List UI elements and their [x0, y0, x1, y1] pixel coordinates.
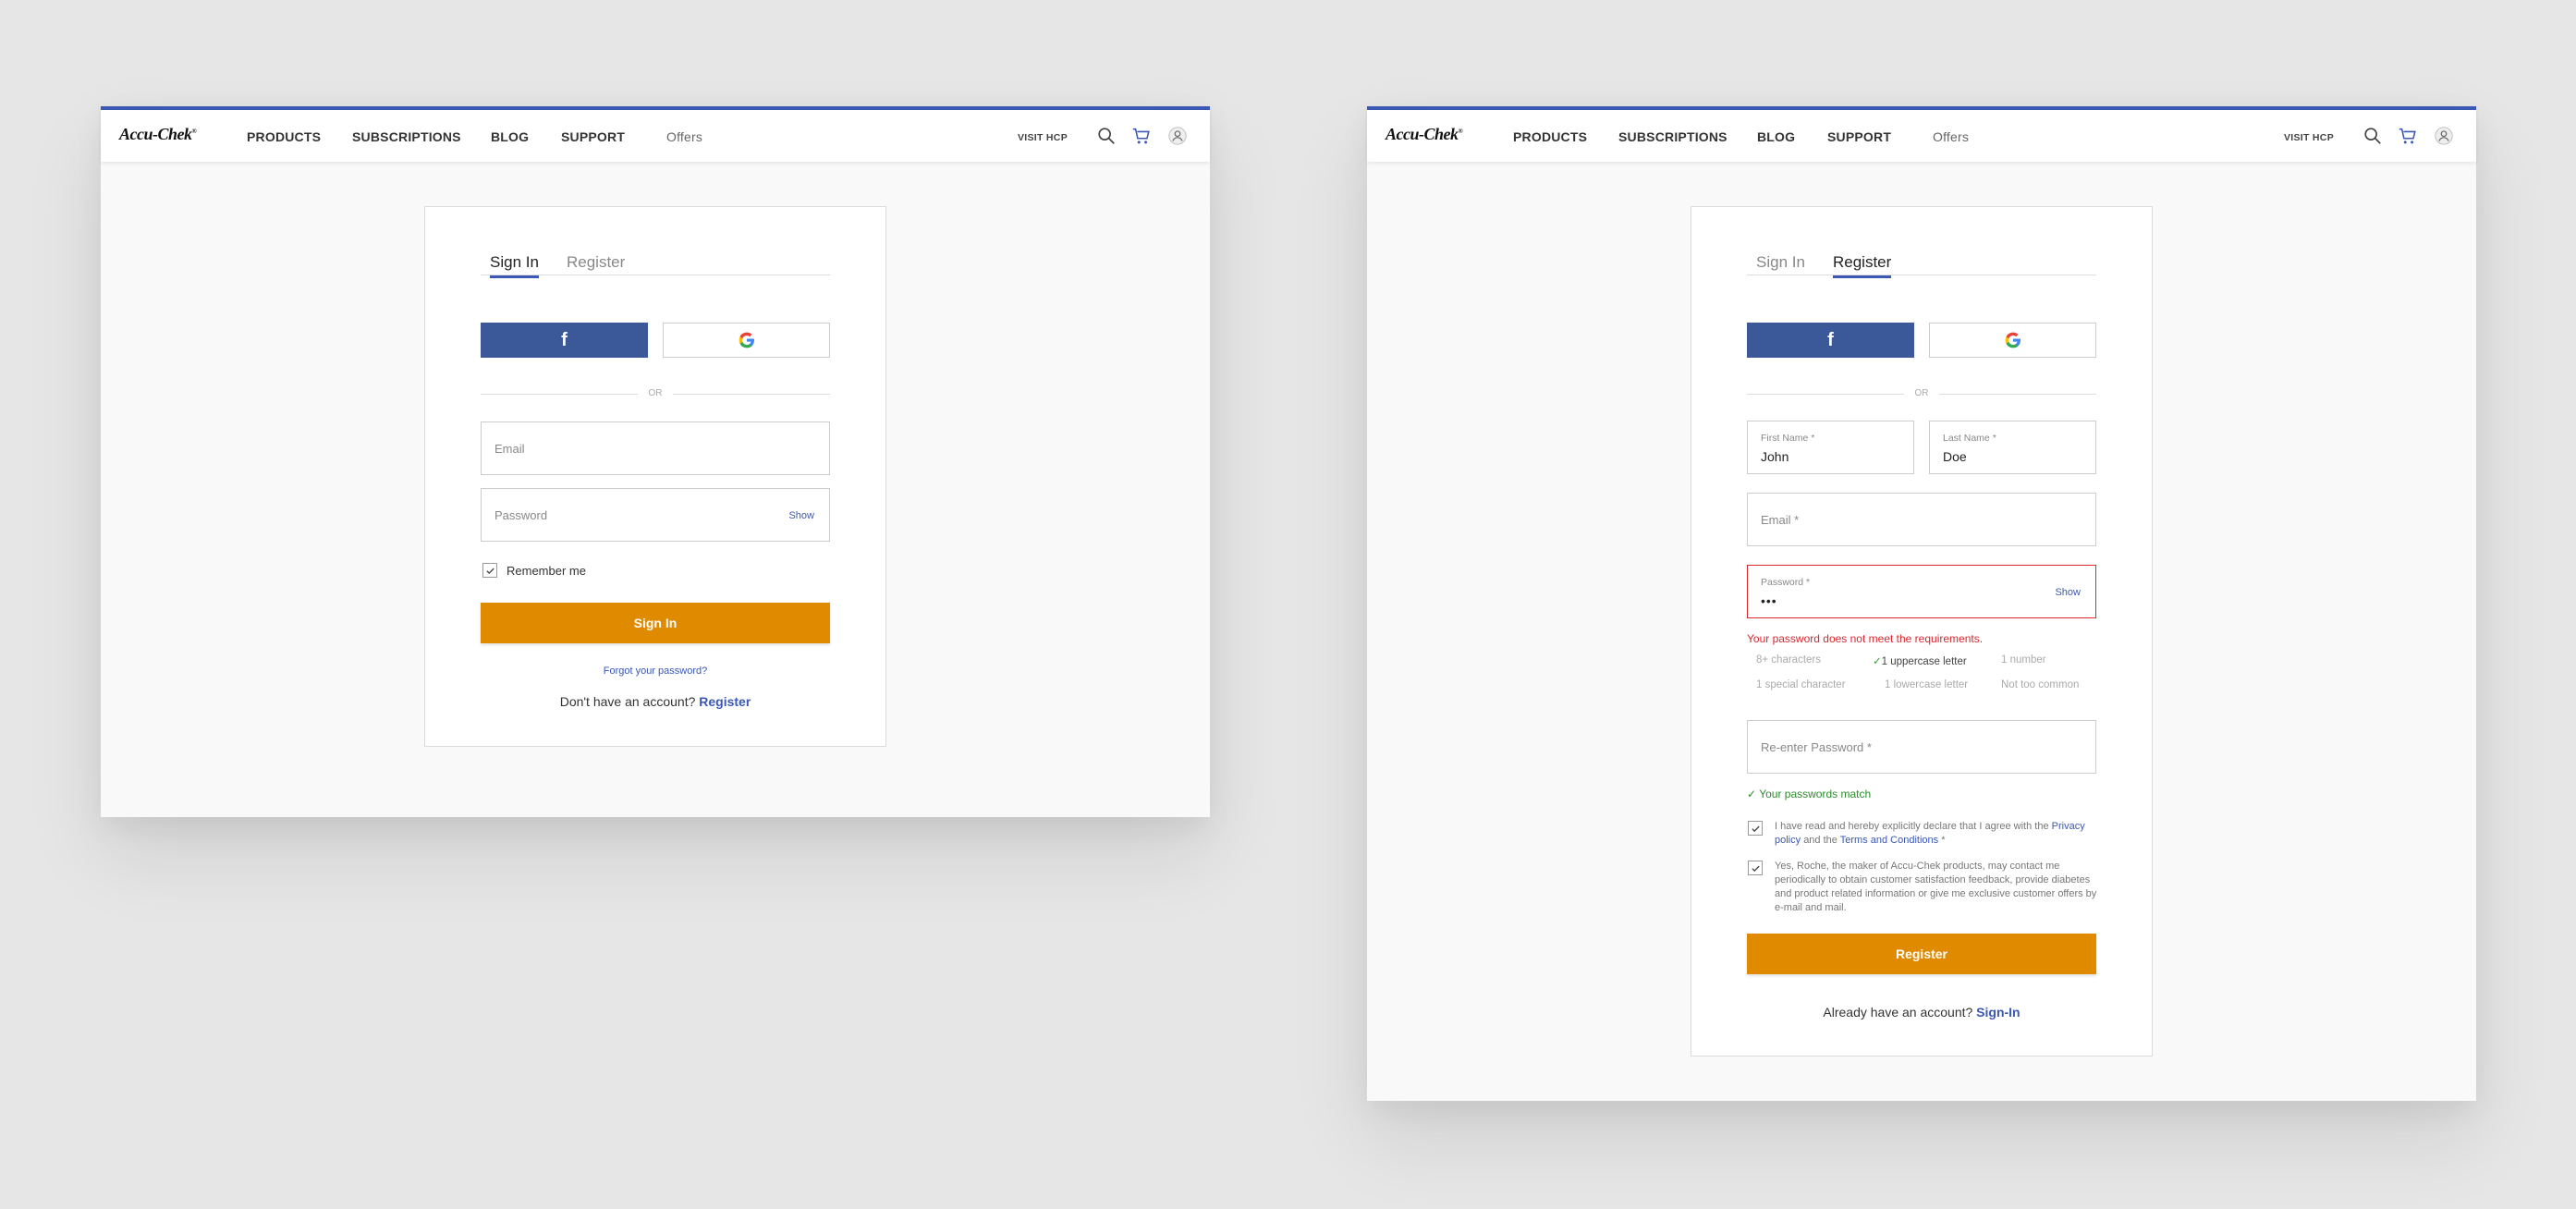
nav-offers[interactable]: Offers — [666, 129, 702, 144]
sign-in-link[interactable]: Sign-In — [1976, 1005, 2020, 1020]
tab-sign-in[interactable]: Sign In — [1756, 253, 1805, 275]
reenter-password-placeholder: Re-enter Password * — [1761, 740, 1872, 754]
sign-in-prompt: Already have an account? Sign-In — [1823, 1005, 2021, 1020]
nav-products[interactable]: PRODUCTS — [1513, 129, 1587, 144]
nav-products[interactable]: PRODUCTS — [247, 129, 321, 144]
terms-checkbox[interactable] — [1748, 821, 1763, 836]
user-icon[interactable] — [2434, 126, 2454, 146]
google-icon — [2005, 332, 2021, 348]
requirement-uppercase: ✓1 uppercase letter — [1873, 656, 1967, 667]
last-name-label: Last Name * — [1943, 433, 1996, 444]
password-requirements-row-2: 1 special character 1 lowercase letter N… — [1747, 679, 2096, 694]
first-name-value: John — [1761, 449, 1789, 464]
marketing-consent-checkbox[interactable] — [1748, 861, 1763, 875]
cart-icon[interactable] — [1131, 126, 1152, 146]
auth-tabs: Sign In Register — [481, 253, 830, 278]
requirement-lowercase: 1 lowercase letter — [1885, 679, 1969, 690]
terms-consent-text: I have read and hereby explicitly declar… — [1775, 821, 2085, 846]
tab-sign-in[interactable]: Sign In — [490, 253, 539, 278]
email-placeholder: Email — [494, 442, 525, 456]
requirement-not-common: Not too common — [2001, 679, 2080, 690]
email-field[interactable]: Email — [481, 421, 830, 475]
password-value: ••• — [1761, 593, 1777, 608]
nav-support[interactable]: SUPPORT — [1827, 129, 1891, 144]
user-icon[interactable] — [1167, 126, 1188, 146]
check-icon: ✓ — [1747, 788, 1757, 800]
password-field[interactable]: Password * ••• Show — [1747, 565, 2096, 618]
google-signup-button[interactable] — [1929, 323, 2096, 358]
tab-register[interactable]: Register — [1833, 253, 1892, 278]
password-placeholder: Password — [494, 508, 548, 522]
password-error-message: Your password does not meet the requirem… — [1747, 632, 1984, 645]
check-icon: ✓ — [1873, 656, 1882, 667]
accu-chek-logo[interactable]: Accu-Chek® — [1386, 125, 1463, 144]
register-button[interactable]: Register — [1747, 934, 2096, 974]
nav-offers[interactable]: Offers — [1933, 129, 1969, 144]
marketing-consent-text: Yes, Roche, the maker of Accu-Chek produ… — [1775, 861, 2097, 913]
requirement-special: 1 special character — [1756, 679, 1846, 690]
register-screen: Accu-Chek® PRODUCTS SUBSCRIPTIONS BLOG S… — [1367, 106, 2476, 1101]
last-name-value: Doe — [1943, 449, 1967, 464]
sign-in-button[interactable]: Sign In — [481, 603, 830, 643]
signin-screen: Accu-Chek® PRODUCTS SUBSCRIPTIONS BLOG S… — [101, 106, 1210, 817]
visit-hcp-link[interactable]: VISIT HCP — [2284, 132, 2334, 143]
last-name-field[interactable]: Last Name * Doe — [1929, 421, 2096, 474]
google-icon — [739, 332, 754, 348]
nav-blog[interactable]: BLOG — [1757, 129, 1795, 144]
nav-subscriptions[interactable]: SUBSCRIPTIONS — [352, 129, 461, 144]
search-icon[interactable] — [2362, 126, 2383, 146]
requirement-number: 1 number — [2001, 654, 2046, 666]
register-prompt: Don't have an account? Register — [559, 694, 751, 709]
top-navigation-bar: Accu-Chek® PRODUCTS SUBSCRIPTIONS BLOG S… — [101, 106, 1210, 162]
facebook-login-button[interactable]: f — [481, 323, 648, 358]
remember-me-label: Remember me — [507, 564, 586, 578]
nav-subscriptions[interactable]: SUBSCRIPTIONS — [1618, 129, 1728, 144]
show-password-toggle[interactable]: Show — [788, 510, 814, 521]
reenter-password-field[interactable]: Re-enter Password * — [1747, 720, 2096, 774]
signin-card: Sign In Register f OR Email Password Sho… — [424, 206, 886, 747]
remember-me-checkbox[interactable] — [482, 563, 497, 578]
passwords-match-message: ✓ Your passwords match — [1747, 788, 1872, 800]
nav-blog[interactable]: BLOG — [491, 129, 529, 144]
visit-hcp-link[interactable]: VISIT HCP — [1018, 132, 1068, 143]
top-navigation-bar: Accu-Chek® PRODUCTS SUBSCRIPTIONS BLOG S… — [1367, 106, 2476, 162]
auth-tabs: Sign In Register — [1747, 253, 2096, 278]
terms-and-conditions-link[interactable]: Terms and Conditions — [1840, 835, 1938, 846]
register-card: Sign In Register f OR First Name * John … — [1691, 206, 2153, 1056]
search-icon[interactable] — [1096, 126, 1117, 146]
password-label: Password * — [1761, 577, 1811, 588]
requirement-length: 8+ characters — [1756, 654, 1821, 666]
forgot-password-link[interactable]: Forgot your password? — [425, 666, 885, 677]
cart-icon[interactable] — [2398, 126, 2418, 146]
check-icon — [485, 568, 494, 574]
password-field[interactable]: Password Show — [481, 488, 830, 542]
first-name-field[interactable]: First Name * John — [1747, 421, 1914, 474]
or-divider: OR — [481, 388, 830, 399]
facebook-icon: f — [1827, 329, 1834, 350]
nav-support[interactable]: SUPPORT — [561, 129, 625, 144]
check-icon — [1751, 865, 1760, 872]
google-login-button[interactable] — [663, 323, 830, 358]
facebook-signup-button[interactable]: f — [1747, 323, 1914, 358]
check-icon — [1751, 825, 1760, 832]
email-placeholder: Email * — [1761, 513, 1800, 527]
first-name-label: First Name * — [1761, 433, 1815, 444]
or-divider: OR — [1747, 388, 2096, 399]
facebook-icon: f — [561, 329, 568, 350]
register-link[interactable]: Register — [699, 694, 751, 709]
tab-register[interactable]: Register — [567, 253, 625, 275]
password-requirements-row-1: 8+ characters ✓1 uppercase letter 1 numb… — [1747, 654, 2096, 669]
accu-chek-logo[interactable]: Accu-Chek® — [119, 125, 197, 144]
email-field[interactable]: Email * — [1747, 493, 2096, 546]
show-password-toggle[interactable]: Show — [2055, 587, 2081, 598]
